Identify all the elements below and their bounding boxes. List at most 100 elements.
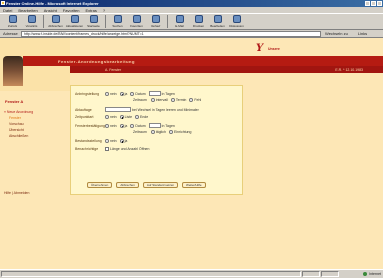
radio-button[interactable] [130, 91, 135, 96]
menu-item[interactable]: Extras [86, 8, 97, 13]
address-input[interactable]: http://www.f-inside.de/BIW/content/frame… [21, 30, 321, 37]
radio-option[interactable]: intervall [150, 98, 168, 102]
menu-item[interactable]: Favoriten [63, 8, 80, 13]
print-icon [194, 15, 203, 23]
toolbar-button[interactable]: Startseite [84, 14, 103, 29]
logo-text: Unsere [268, 47, 280, 51]
radio-option[interactable]: nein [105, 123, 117, 128]
minimize-button[interactable] [365, 1, 370, 6]
toolbar-button[interactable]: Zurück [3, 14, 22, 29]
radio-button[interactable] [105, 91, 109, 96]
radio-button[interactable] [105, 115, 109, 119]
menu-item[interactable]: Bearbeiten [18, 8, 37, 13]
radio-button[interactable] [130, 123, 135, 128]
menu-item[interactable]: ? [103, 8, 105, 13]
radio-button[interactable] [168, 130, 173, 134]
input-suffix-label: in Tagen [161, 91, 175, 96]
radio-label: nein [110, 115, 117, 119]
form-row: Bestandsstellung nein ja [75, 139, 130, 143]
radio-button[interactable] [105, 123, 109, 128]
toolbar-button[interactable]: Suchen [108, 14, 127, 29]
links-button[interactable]: Links [358, 31, 367, 36]
toolbar-button[interactable]: Abbrechen [46, 14, 65, 29]
radio-button[interactable] [150, 98, 155, 102]
page-title-band: Fenster-Anordnungsbearbeitung [23, 56, 383, 66]
maximize-button[interactable] [371, 1, 376, 6]
text-input[interactable] [148, 91, 161, 96]
radio-button[interactable] [170, 98, 175, 102]
toolbar-button[interactable]: Vorwärts [22, 14, 41, 29]
radio-option[interactable]: ja [119, 91, 127, 96]
radio-button[interactable] [105, 139, 109, 143]
radio-option[interactable]: Termin [170, 98, 186, 102]
toolbar-button-label: Diskussion [229, 24, 244, 28]
sidebar: Fenster A » Neue Anordnung Fenster Vorscha… [0, 91, 70, 269]
radio-option[interactable]: ja [119, 139, 127, 143]
menu-item[interactable]: Datei [3, 8, 12, 13]
form-button[interactable]: Übernehmen [87, 182, 113, 188]
status-cell [302, 271, 320, 277]
sidebar-item[interactable]: Übersicht [4, 128, 33, 132]
radio-button[interactable] [119, 139, 124, 143]
radio-label: täglich [155, 130, 166, 134]
form-button[interactable]: Abbrechen [116, 182, 139, 188]
sidebar-footer-link[interactable]: Hilfe | Abmelden [4, 191, 29, 195]
toolbar-button[interactable]: Drucken [189, 14, 208, 29]
text-input[interactable] [105, 107, 131, 112]
toolbar-button[interactable]: Aktualisieren [65, 14, 84, 29]
radio-option[interactable]: Liste [119, 115, 132, 119]
radio-label: nein [110, 139, 117, 143]
sidebar-item[interactable]: Abschließen [4, 134, 33, 138]
radio-option[interactable]: Einrichtung [168, 130, 191, 134]
radio-button[interactable] [119, 115, 124, 119]
radio-label: ja [124, 123, 128, 128]
radio-option[interactable]: Datum [130, 91, 146, 96]
refresh-icon [70, 15, 79, 23]
ie-icon [1, 1, 5, 5]
radio-label: intervall [155, 98, 168, 102]
radio-button[interactable] [119, 123, 124, 128]
form-row: Zeitpunktart nein Liste Ende [75, 115, 151, 119]
form-button[interactable]: Weiter/Hilfe [182, 182, 206, 188]
form-row-prefix: Zeitraum [133, 98, 147, 102]
radio-option[interactable]: nein [105, 115, 117, 119]
radio-option[interactable]: nein [105, 139, 117, 143]
input-suffix-label: in Tagen [161, 123, 175, 128]
toolbar-button-label: Bearbeiten [210, 24, 225, 28]
radio-option[interactable]: Fehl [189, 98, 201, 102]
toolbar-separator [167, 15, 168, 28]
checkbox[interactable] [105, 147, 109, 151]
toolbar-button-label: E-Mail [175, 24, 184, 28]
radio-option[interactable]: Ende [135, 115, 148, 119]
sidebar-item[interactable]: Fenster [4, 116, 33, 120]
text-input[interactable] [148, 123, 161, 128]
edit-icon [213, 15, 222, 23]
title-bar[interactable]: Fenster Online-Hilfe - Microsoft Interne… [0, 0, 383, 7]
form-row-label: Fensterbestätigung [75, 123, 105, 128]
toolbar-button[interactable]: Favoriten [127, 14, 146, 29]
window-title: Fenster Online-Hilfe - Microsoft Interne… [6, 1, 99, 6]
close-button[interactable] [377, 1, 382, 6]
toolbar-button[interactable]: E-Mail [170, 14, 189, 29]
go-button[interactable]: Wechseln zu [325, 31, 348, 36]
radio-option[interactable]: täglich [150, 130, 166, 134]
sidebar-heading: Fenster A [5, 99, 24, 104]
form-row: Benachrichtige Länge und Anzahl Öffnen [75, 147, 149, 151]
toolbar-button[interactable]: Bearbeiten [208, 14, 227, 29]
form-button[interactable]: Auf Standard setzen [142, 182, 179, 188]
menu-item[interactable]: Ansicht [44, 8, 57, 13]
radio-button[interactable] [150, 130, 155, 134]
radio-option[interactable]: Datum [130, 123, 146, 128]
toolbar-button[interactable]: Diskussion [227, 14, 246, 29]
sidebar-item[interactable]: » Neue Anordnung [4, 110, 33, 114]
sidebar-item[interactable]: Vorschau [4, 122, 33, 126]
radio-option[interactable]: nein [105, 91, 117, 96]
radio-button[interactable] [119, 91, 124, 96]
toolbar-button[interactable]: Verlauf [146, 14, 165, 29]
form-row-prefix: Zeitraum [133, 130, 147, 134]
radio-option[interactable]: ja [119, 123, 128, 128]
radio-button[interactable] [135, 115, 140, 119]
radio-label: nein [110, 123, 117, 128]
radio-button[interactable] [189, 98, 194, 102]
sub-header-band: A. Fenster E.R. * 12.10.1983 [70, 66, 383, 73]
